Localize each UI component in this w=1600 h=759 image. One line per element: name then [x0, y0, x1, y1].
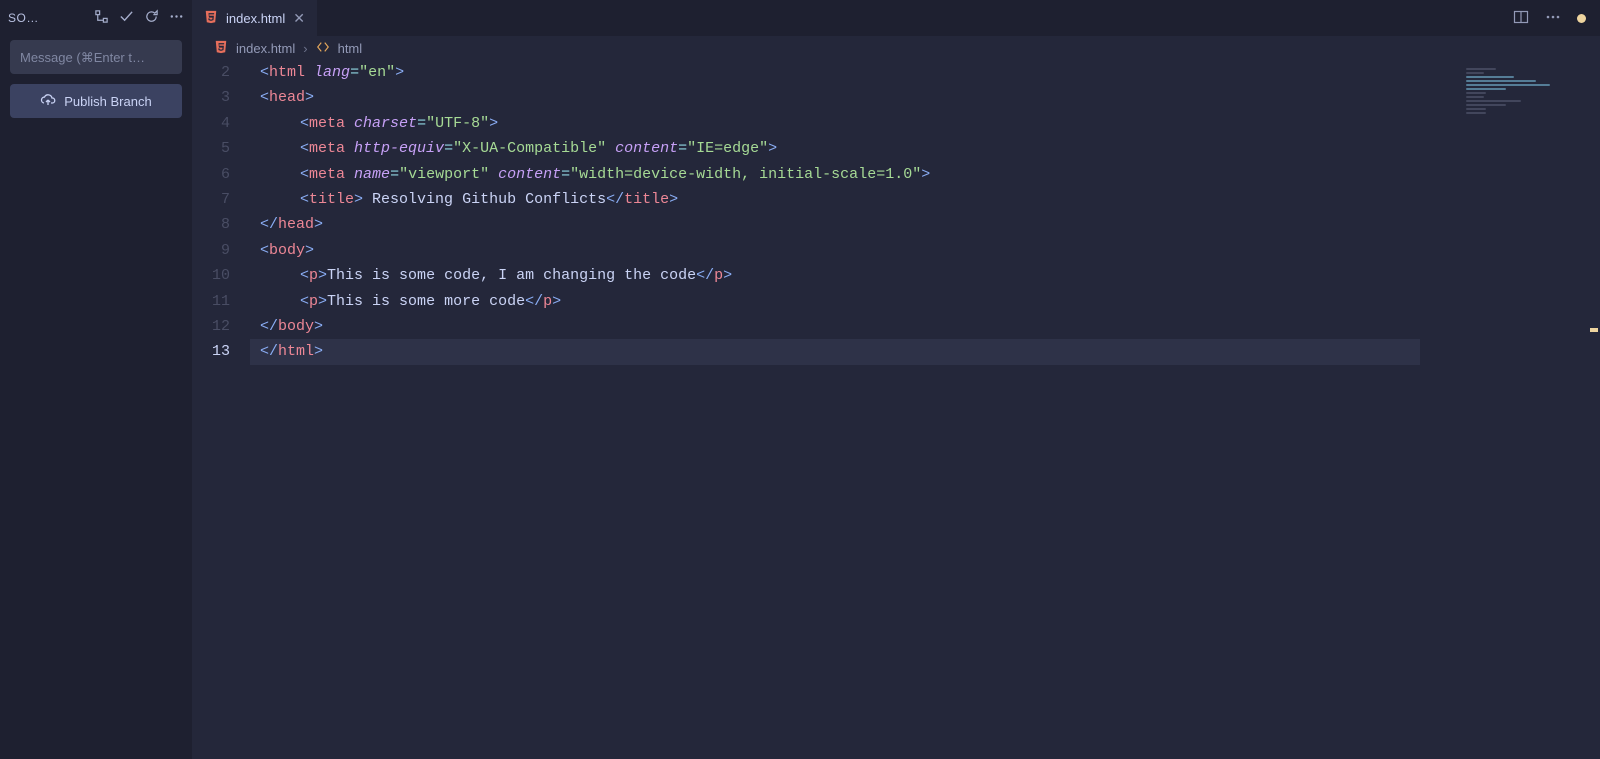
- code-line: <html lang="en">: [250, 60, 1600, 85]
- symbol-icon: [316, 40, 330, 57]
- minimap-row: [1466, 84, 1550, 86]
- sidebar-title: SO…: [8, 11, 86, 25]
- line-number: 2: [192, 60, 230, 85]
- html-file-icon: [204, 10, 218, 27]
- code-line: <p>This is some code, I am changing the …: [250, 263, 1600, 288]
- tab-bar: index.html ✕: [192, 0, 1600, 36]
- minimap-row: [1466, 100, 1521, 102]
- code-line: <meta charset="UTF-8">: [250, 111, 1600, 136]
- commit-message-input[interactable]: [10, 40, 182, 74]
- more-icon[interactable]: [169, 9, 184, 27]
- commit-check-icon[interactable]: [119, 9, 134, 27]
- line-number: 4: [192, 111, 230, 136]
- editor-group: index.html ✕ index.html › html 234567891…: [192, 0, 1600, 759]
- breadcrumb-file: index.html: [236, 41, 295, 56]
- minimap-row: [1466, 96, 1484, 98]
- code-editor[interactable]: 2345678910111213 <html lang="en"><head><…: [192, 60, 1600, 759]
- minimap-row: [1466, 112, 1486, 114]
- line-number-gutter: 2345678910111213: [192, 60, 250, 759]
- overview-ruler-marker: [1590, 328, 1598, 332]
- minimap-row: [1466, 108, 1486, 110]
- refresh-icon[interactable]: [144, 9, 159, 27]
- publish-branch-label: Publish Branch: [64, 94, 151, 109]
- code-line: </html>: [250, 339, 1420, 364]
- line-number: 5: [192, 136, 230, 161]
- line-number: 10: [192, 263, 230, 288]
- code-line: </body>: [250, 314, 1600, 339]
- minimap-row: [1466, 68, 1496, 70]
- code-line: </head>: [250, 212, 1600, 237]
- line-number: 7: [192, 187, 230, 212]
- code-line: <head>: [250, 85, 1600, 110]
- more-actions-icon[interactable]: [1545, 9, 1561, 28]
- tab-label: index.html: [226, 11, 285, 26]
- html-file-icon: [214, 40, 228, 57]
- line-number: 11: [192, 289, 230, 314]
- minimap-row: [1466, 76, 1514, 78]
- code-line: <meta name="viewport" content="width=dev…: [250, 162, 1600, 187]
- breadcrumb[interactable]: index.html › html: [192, 36, 1600, 60]
- breadcrumb-symbol: html: [338, 41, 363, 56]
- minimap-row: [1466, 72, 1484, 74]
- minimap-row: [1466, 92, 1486, 94]
- minimap[interactable]: [1460, 60, 1600, 180]
- line-number: 8: [192, 212, 230, 237]
- line-number: 3: [192, 85, 230, 110]
- code-line: <p>This is some more code</p>: [250, 289, 1600, 314]
- line-number: 6: [192, 162, 230, 187]
- split-editor-icon[interactable]: [1513, 9, 1529, 28]
- cloud-upload-icon: [40, 92, 56, 111]
- sidebar-header: SO…: [0, 6, 192, 36]
- code-content[interactable]: <html lang="en"><head><meta charset="UTF…: [250, 60, 1600, 759]
- code-line: <title> Resolving Github Conflicts</titl…: [250, 187, 1600, 212]
- modified-dot-icon: [1577, 14, 1586, 23]
- chevron-right-icon: ›: [303, 41, 307, 56]
- code-line: <meta http-equiv="X-UA-Compatible" conte…: [250, 136, 1600, 161]
- minimap-row: [1466, 80, 1536, 82]
- publish-branch-button[interactable]: Publish Branch: [10, 84, 182, 118]
- close-icon[interactable]: ✕: [293, 10, 305, 27]
- source-control-panel: SO… Publish Branch: [0, 0, 192, 759]
- line-number: 13: [192, 339, 230, 364]
- line-number: 12: [192, 314, 230, 339]
- code-line: <body>: [250, 238, 1600, 263]
- view-as-tree-icon[interactable]: [94, 9, 109, 27]
- tab-index-html[interactable]: index.html ✕: [192, 0, 317, 36]
- minimap-row: [1466, 104, 1506, 106]
- line-number: 9: [192, 238, 230, 263]
- minimap-row: [1466, 88, 1506, 90]
